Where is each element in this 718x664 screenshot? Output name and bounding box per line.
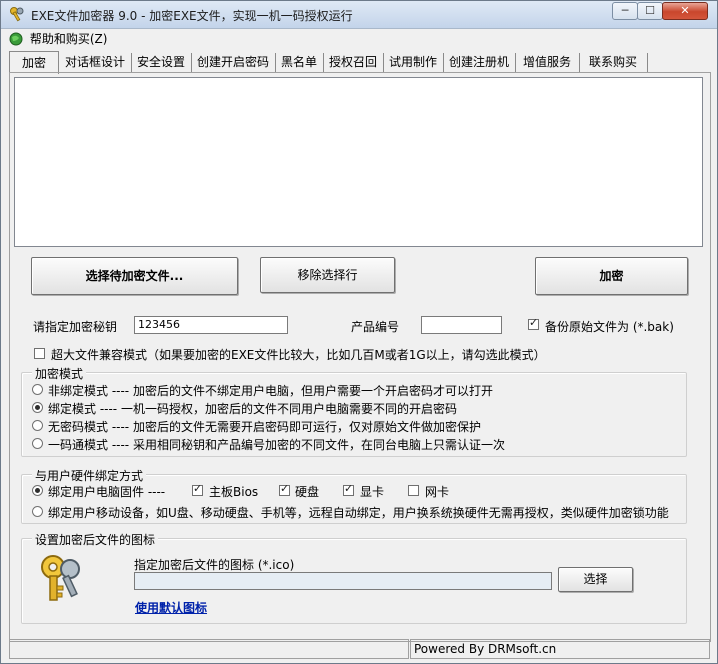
default-icon-link[interactable]: 使用默认图标	[135, 599, 207, 616]
tab-label: 创建注册机	[448, 55, 509, 69]
menu-help[interactable]: 帮助和购买(Z)	[9, 30, 107, 48]
globe-icon	[9, 32, 23, 45]
maximize-button[interactable]: ☐	[637, 2, 663, 20]
close-icon: ✕	[680, 4, 690, 17]
check-icon: ✓	[193, 482, 203, 495]
window-title: EXE文件加密器 9.0 - 加密EXE文件，实现一机一码授权运行	[31, 9, 353, 23]
title-bar[interactable]: EXE文件加密器 9.0 - 加密EXE文件，实现一机一码授权运行 ─ ☐ ✕	[1, 1, 717, 29]
keys-icon	[41, 555, 80, 601]
product-id-label: 产品编号	[351, 320, 400, 334]
tab-encrypt[interactable]: 加密	[9, 51, 59, 74]
bind-mobile-radio[interactable]	[32, 506, 43, 517]
check-icon: ✓	[529, 316, 539, 329]
tab-dialog-design[interactable]: 对话框设计	[59, 53, 132, 72]
hardware-bind-title: 与用户硬件绑定方式	[32, 467, 147, 484]
secret-key-label: 请指定加密秘钥	[33, 320, 118, 334]
gpu-checkbox[interactable]: ✓	[343, 482, 354, 496]
main-window: EXE文件加密器 9.0 - 加密EXE文件，实现一机一码授权运行 ─ ☐ ✕ …	[0, 0, 718, 664]
check-icon: ✓	[344, 482, 354, 495]
close-button[interactable]: ✕	[662, 2, 708, 20]
encrypt-mode-title: 加密模式	[32, 365, 87, 382]
backup-label: 备份原始文件为 (*.bak)	[545, 320, 674, 334]
minimize-button[interactable]: ─	[612, 2, 638, 20]
tab-keygen[interactable]: 创建注册机	[443, 53, 516, 72]
maximize-icon: ☐	[645, 4, 655, 17]
tab-security[interactable]: 安全设置	[131, 53, 192, 72]
mode-unbound-label: 非绑定模式 ---- 加密后的文件不绑定用户电脑，但用户需要一个开启密码才可以打…	[48, 384, 493, 398]
menu-help-label: 帮助和购买(Z)	[29, 32, 108, 46]
tab-contact[interactable]: 联系购买	[579, 53, 648, 72]
backup-checkbox[interactable]: ✓	[528, 316, 539, 330]
bind-firmware-radio[interactable]	[32, 485, 43, 496]
tab-label: 安全设置	[136, 55, 185, 69]
secret-key-input[interactable]: 123456	[134, 316, 288, 334]
large-file-label: 超大文件兼容模式（如果要加密的EXE文件比较大，比如几百M或者1G以上，请勾选此…	[51, 348, 546, 362]
file-list[interactable]	[14, 77, 703, 247]
mode-nopassword-label: 无密码模式 ---- 加密后的文件无需要开启密码即可运行，仅对原始文件做加密保护	[48, 420, 481, 434]
tab-strip: 加密 对话框设计 安全设置 创建开启密码 黑名单 授权召回 试用制作 创建注册机…	[9, 51, 711, 74]
check-icon: ✓	[280, 482, 290, 495]
select-icon-button[interactable]: 选择	[558, 567, 633, 592]
tab-blacklist[interactable]: 黑名单	[275, 53, 324, 72]
status-powered-by: Powered By DRMsoft.cn	[410, 639, 710, 659]
icon-settings-title: 设置加密后文件的图标	[32, 531, 159, 548]
keys-icon	[10, 7, 24, 22]
tab-label: 创建开启密码	[196, 55, 269, 69]
radio-dot-icon	[35, 405, 40, 410]
remove-selection-button[interactable]: 移除选择行	[260, 257, 395, 293]
bios-label: 主板Bios	[209, 485, 259, 499]
status-left	[9, 639, 409, 659]
tab-value-added[interactable]: 增值服务	[515, 53, 580, 72]
select-files-button[interactable]: 选择待加密文件...	[31, 257, 238, 295]
mode-bound-label: 绑定模式 ---- 一机一码授权，加密后的文件不同用户电脑需要不同的开启密码	[48, 402, 457, 416]
icon-path-label: 指定加密后文件的图标 (*.ico)	[134, 558, 295, 572]
tab-label: 授权召回	[328, 55, 377, 69]
tab-label: 联系购买	[588, 55, 637, 69]
mode-nopassword-radio[interactable]	[32, 420, 43, 431]
tab-label: 对话框设计	[64, 55, 125, 69]
mode-onecode-label: 一码通模式 ---- 采用相同秘钥和产品编号加密的不同文件，在同台电脑上只需认证…	[48, 438, 505, 452]
mode-bound-radio[interactable]	[32, 402, 43, 413]
tab-label: 增值服务	[522, 55, 571, 69]
bind-firmware-label: 绑定用户电脑固件 ----	[48, 485, 166, 499]
menu-bar: 帮助和购买(Z)	[1, 29, 717, 49]
bind-mobile-label: 绑定用户移动设备，如U盘、移动硬盘、手机等，远程自动绑定，用户换系统换硬件无需再…	[48, 506, 669, 520]
icon-path-input[interactable]	[134, 572, 552, 590]
disk-label: 硬盘	[295, 485, 320, 499]
encrypt-button[interactable]: 加密	[535, 257, 688, 295]
nic-checkbox[interactable]	[408, 485, 419, 496]
tab-create-password[interactable]: 创建开启密码	[191, 53, 276, 72]
bios-checkbox[interactable]: ✓	[192, 482, 203, 496]
tab-label: 试用制作	[388, 55, 437, 69]
tab-label: 加密	[21, 56, 46, 70]
gpu-label: 显卡	[360, 485, 385, 499]
radio-dot-icon	[35, 488, 40, 493]
tab-recall[interactable]: 授权召回	[323, 53, 384, 72]
tab-trial[interactable]: 试用制作	[383, 53, 444, 72]
nic-label: 网卡	[425, 485, 450, 499]
minimize-icon: ─	[621, 4, 629, 17]
disk-checkbox[interactable]: ✓	[279, 482, 290, 496]
status-bar: Powered By DRMsoft.cn	[1, 637, 717, 663]
mode-unbound-radio[interactable]	[32, 384, 43, 395]
large-file-checkbox[interactable]	[34, 348, 45, 359]
tab-label: 黑名单	[280, 55, 317, 69]
mode-onecode-radio[interactable]	[32, 438, 43, 449]
product-id-input[interactable]	[421, 316, 502, 334]
